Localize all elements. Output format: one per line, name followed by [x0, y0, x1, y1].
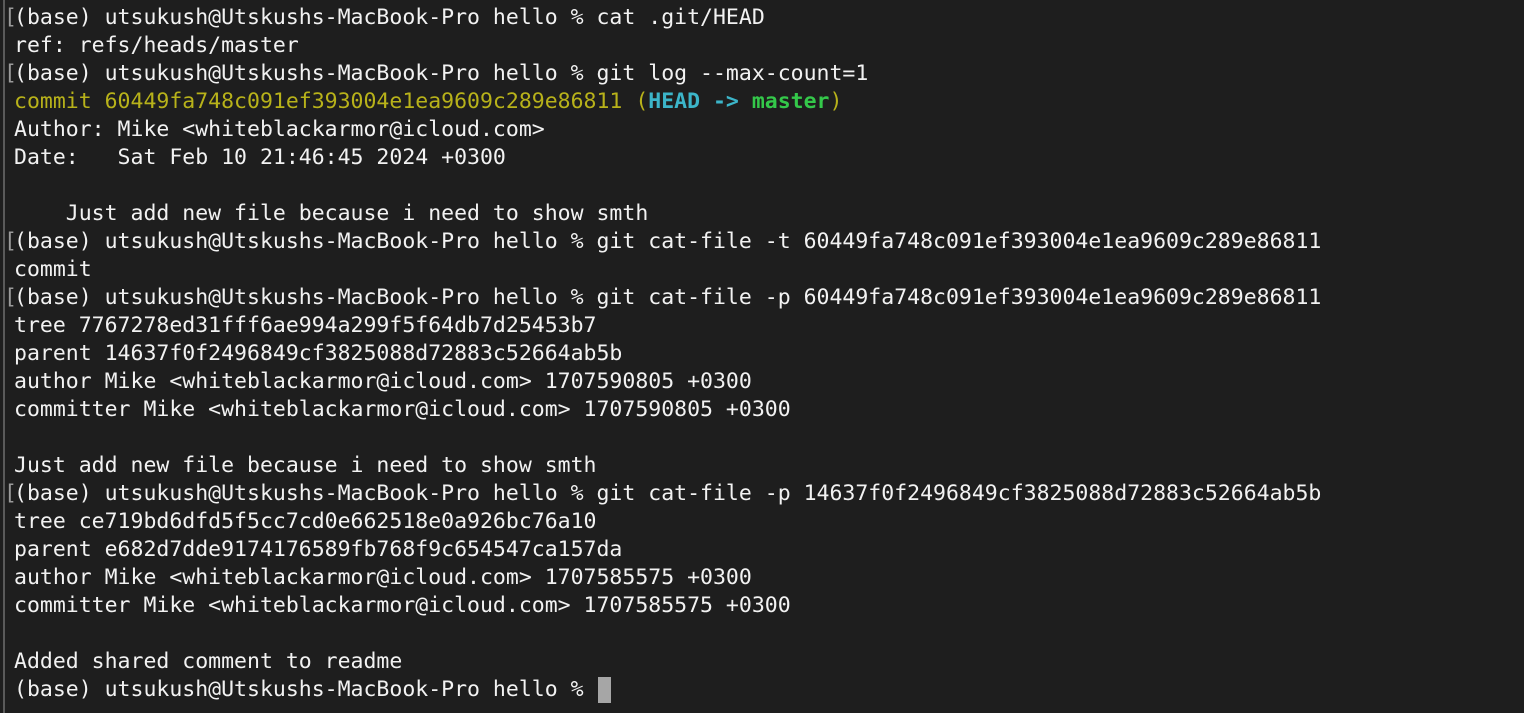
terminal-line: [(base) utsukush@Utskushs-MacBook-Pro he…	[4, 228, 1524, 256]
terminal-line: tree 7767278ed31fff6ae994a299f5f64db7d25…	[14, 312, 1524, 340]
branch-name-text: master	[751, 89, 830, 114]
terminal-line: committer Mike <whiteblackarmor@icloud.c…	[14, 592, 1524, 620]
line-text: tree ce719bd6dfd5f5cc7cd0e662518e0a926bc…	[14, 509, 597, 534]
line-text: parent e682d7dde9174176589fb768f9c654547…	[14, 537, 623, 562]
line-text: commit	[14, 257, 92, 282]
terminal-line: [(base) utsukush@Utskushs-MacBook-Pro he…	[4, 480, 1524, 508]
terminal-line: [(base) utsukush@Utskushs-MacBook-Pro he…	[4, 60, 1524, 88]
line-text: committer Mike <whiteblackarmor@icloud.c…	[14, 593, 791, 618]
terminal-line: Just add new file because i need to show…	[14, 200, 1524, 228]
terminal-line: author Mike <whiteblackarmor@icloud.com>…	[14, 368, 1524, 396]
terminal-line: Just add new file because i need to show…	[14, 452, 1524, 480]
head-ref-text: HEAD ->	[648, 89, 752, 114]
terminal-line: commit	[14, 256, 1524, 284]
prompt-text: (base) utsukush@Utskushs-MacBook-Pro hel…	[14, 677, 597, 702]
line-text: committer Mike <whiteblackarmor@icloud.c…	[14, 397, 791, 422]
terminal-line: parent e682d7dde9174176589fb768f9c654547…	[14, 536, 1524, 564]
line-mark: [	[4, 61, 17, 86]
terminal-window[interactable]: [(base) utsukush@Utskushs-MacBook-Pro he…	[0, 0, 1524, 713]
line-mark: [	[4, 481, 17, 506]
terminal-line: author Mike <whiteblackarmor@icloud.com>…	[14, 564, 1524, 592]
line-mark: [	[4, 5, 17, 30]
terminal-line: [(base) utsukush@Utskushs-MacBook-Pro he…	[4, 4, 1524, 32]
terminal-line: committer Mike <whiteblackarmor@icloud.c…	[14, 396, 1524, 424]
terminal-line: ref: refs/heads/master	[14, 32, 1524, 60]
line-text: Just add new file because i need to show…	[14, 201, 649, 226]
terminal-line: Date: Sat Feb 10 21:46:45 2024 +0300	[14, 144, 1524, 172]
line-text: (base) utsukush@Utskushs-MacBook-Pro hel…	[14, 61, 869, 86]
prompt-line[interactable]: (base) utsukush@Utskushs-MacBook-Pro hel…	[14, 676, 1524, 704]
line-text: author Mike <whiteblackarmor@icloud.com>…	[14, 565, 752, 590]
line-text: author Mike <whiteblackarmor@icloud.com>…	[14, 369, 752, 394]
line-text: (base) utsukush@Utskushs-MacBook-Pro hel…	[14, 285, 1322, 310]
line-text: (base) utsukush@Utskushs-MacBook-Pro hel…	[14, 229, 1322, 254]
commit-hash-text: commit 60449fa748c091ef393004e1ea9609c28…	[14, 89, 649, 114]
line-text: Added shared comment to readme	[14, 649, 403, 674]
line-text: Date: Sat Feb 10 21:46:45 2024 +0300	[14, 145, 506, 170]
line-text: Just add new file because i need to show…	[14, 453, 597, 478]
line-mark: [	[4, 229, 17, 254]
terminal-line: tree ce719bd6dfd5f5cc7cd0e662518e0a926bc…	[14, 508, 1524, 536]
line-text: ref: refs/heads/master	[14, 33, 299, 58]
terminal-line: Added shared comment to readme	[14, 648, 1524, 676]
commit-header-line: commit 60449fa748c091ef393004e1ea9609c28…	[14, 88, 1524, 116]
commit-suffix-text: )	[829, 89, 843, 114]
line-text: (base) utsukush@Utskushs-MacBook-Pro hel…	[14, 481, 1322, 506]
line-mark: [	[4, 285, 17, 310]
terminal-line: [(base) utsukush@Utskushs-MacBook-Pro he…	[4, 284, 1524, 312]
terminal-line: Author: Mike <whiteblackarmor@icloud.com…	[14, 116, 1524, 144]
cursor-block[interactable]	[598, 677, 612, 703]
terminal-line: parent 14637f0f2496849cf3825088d72883c52…	[14, 340, 1524, 368]
line-text: tree 7767278ed31fff6ae994a299f5f64db7d25…	[14, 313, 597, 338]
line-text: Author: Mike <whiteblackarmor@icloud.com…	[14, 117, 545, 142]
line-text: (base) utsukush@Utskushs-MacBook-Pro hel…	[14, 5, 765, 30]
window-left-border	[3, 0, 5, 713]
line-text: parent 14637f0f2496849cf3825088d72883c52…	[14, 341, 623, 366]
